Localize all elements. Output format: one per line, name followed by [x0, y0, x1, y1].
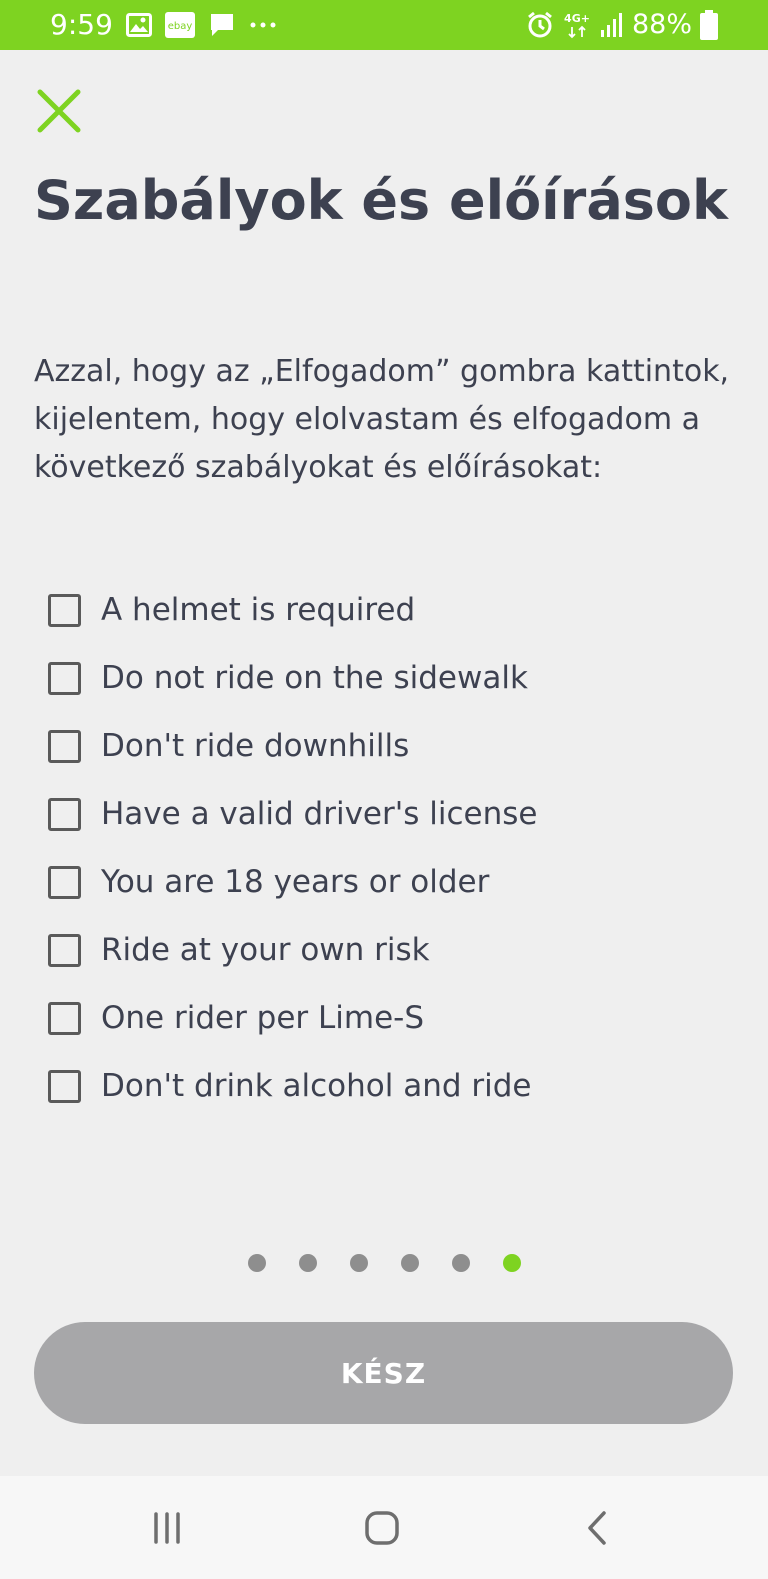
- more-icon: [250, 22, 276, 28]
- intro-text: Azzal, hogy az „Elfogadom” gombra kattin…: [34, 354, 730, 485]
- navigation-bar: [0, 1476, 768, 1579]
- rule-checkbox[interactable]: [48, 1001, 81, 1035]
- rule-drivers-license[interactable]: Have a valid driver's license: [48, 780, 728, 848]
- page-dot-active: [502, 1254, 521, 1272]
- home-button[interactable]: [322, 1476, 442, 1579]
- rule-checkbox[interactable]: [48, 797, 81, 831]
- notification-icons: ebay: [126, 11, 277, 39]
- page-dot: [451, 1254, 470, 1272]
- battery-icon: [700, 10, 718, 40]
- ebay-icon: ebay: [165, 12, 195, 38]
- page-dot: [298, 1254, 317, 1272]
- signal-icon: [600, 13, 622, 37]
- message-icon: [211, 14, 233, 36]
- page-dot: [349, 1254, 368, 1272]
- rule-one-rider[interactable]: One rider per Lime-S: [48, 984, 728, 1052]
- rule-checkbox[interactable]: [48, 729, 81, 763]
- back-button[interactable]: [537, 1476, 657, 1579]
- status-time: 9:59: [50, 8, 113, 41]
- page-title: Szabályok és előírások: [34, 169, 728, 232]
- recent-apps-button[interactable]: [107, 1476, 227, 1579]
- rule-no-sidewalk[interactable]: Do not ride on the sidewalk: [48, 644, 728, 712]
- rule-helmet[interactable]: A helmet is required: [48, 576, 728, 644]
- rules-list: A helmet is required Do not ride on the …: [48, 576, 728, 1120]
- page-indicator: [0, 1254, 768, 1272]
- alarm-icon: [528, 11, 552, 38]
- battery-percentage: 88%: [631, 9, 692, 40]
- rule-label: You are 18 years or older: [101, 864, 490, 900]
- rule-no-downhills[interactable]: Don't ride downhills: [48, 712, 728, 780]
- rule-label: A helmet is required: [101, 592, 416, 628]
- close-icon: [37, 89, 81, 133]
- rule-checkbox[interactable]: [48, 933, 81, 967]
- home-icon: [365, 1510, 399, 1545]
- rule-label: Ride at your own risk: [101, 932, 430, 968]
- done-button[interactable]: KÉSZ: [34, 1322, 733, 1424]
- recent-apps-icon: [154, 1511, 180, 1544]
- 4g-icon: 4G+: [564, 12, 590, 39]
- rule-label: One rider per Lime-S: [101, 1000, 425, 1036]
- page-dot: [247, 1254, 266, 1272]
- rules-screen: 9:59 ebay 4G+ 88% Szabályok és előírások…: [0, 0, 768, 1579]
- rule-checkbox[interactable]: [48, 661, 81, 695]
- rule-age[interactable]: You are 18 years or older: [48, 848, 728, 916]
- image-icon: [126, 13, 152, 37]
- rule-label: Do not ride on the sidewalk: [101, 660, 528, 696]
- rule-label: Don't drink alcohol and ride: [101, 1068, 532, 1104]
- page-dot: [400, 1254, 419, 1272]
- rule-checkbox[interactable]: [48, 865, 81, 899]
- rule-label: Don't ride downhills: [101, 728, 410, 764]
- rule-checkbox[interactable]: [48, 1069, 81, 1103]
- rule-own-risk[interactable]: Ride at your own risk: [48, 916, 728, 984]
- rule-checkbox[interactable]: [48, 593, 81, 627]
- network-label: 4G+: [564, 12, 590, 25]
- rule-label: Have a valid driver's license: [101, 796, 538, 832]
- back-icon: [588, 1510, 606, 1545]
- status-bar: 9:59 ebay 4G+ 88%: [0, 0, 768, 50]
- ebay-icon-text: ebay: [168, 21, 193, 32]
- rule-no-alcohol[interactable]: Don't drink alcohol and ride: [48, 1052, 728, 1120]
- status-right-icons: 4G+ 88%: [526, 8, 718, 42]
- close-button[interactable]: [34, 86, 84, 136]
